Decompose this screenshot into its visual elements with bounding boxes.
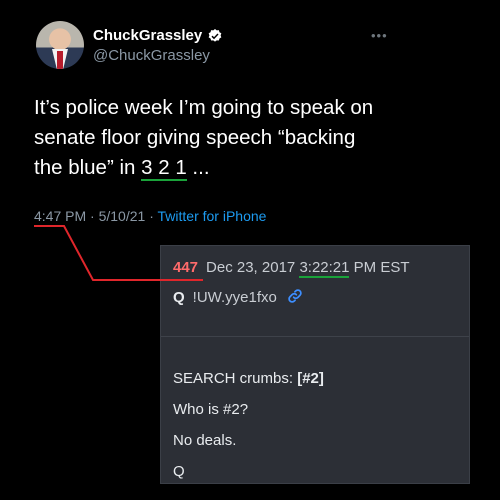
tweet-text-line: senate floor giving speech “backing xyxy=(34,126,356,149)
countdown-highlight: 3 2 1 xyxy=(141,156,187,181)
q-post-card: 447 Dec 23, 2017 3:22:21 PM EST Q !UW.yye1… xyxy=(160,245,470,484)
link-icon[interactable] xyxy=(287,288,303,304)
tweet-text-line: It’s police week I’m going to speak on xyxy=(34,96,374,119)
avatar[interactable] xyxy=(36,21,84,69)
q-post-divider xyxy=(161,336,469,337)
display-name-row[interactable]: ChuckGrassley xyxy=(93,27,223,44)
q-body-line: Q xyxy=(173,463,185,480)
meta-separator: · xyxy=(86,208,99,224)
tweet-text-line: the blue” in xyxy=(34,156,142,179)
q-body-line: SEARCH crumbs: xyxy=(173,370,298,387)
q-post-header: 447 Dec 23, 2017 3:22:21 PM EST xyxy=(173,259,410,278)
avatar-tie xyxy=(57,51,63,69)
display-name[interactable]: ChuckGrassley xyxy=(93,27,202,44)
more-options-icon[interactable]: ••• xyxy=(371,28,388,43)
tweet-text-line: ... xyxy=(186,156,210,179)
tweet-meta: 4:47 PM · 5/10/21 · Twitter for iPhone xyxy=(34,208,266,224)
q-post-time: 3:22:21 xyxy=(299,259,350,278)
q-post-number[interactable]: 447 xyxy=(173,259,198,276)
q-tripcode: !UW.yye1fxo xyxy=(192,289,277,306)
tweet-date[interactable]: 5/10/21 xyxy=(99,208,146,224)
meta-separator: · xyxy=(145,208,158,224)
tweet-source-link[interactable]: Twitter for iPhone xyxy=(158,208,267,224)
q-post-author: Q !UW.yye1fxo xyxy=(173,288,303,306)
tweet-text: It’s police week I’m going to speak on s… xyxy=(34,93,434,183)
q-post-date: Dec 23, 2017 xyxy=(206,259,296,276)
q-post-body: SEARCH crumbs: [#2] Who is #2? No deals.… xyxy=(173,370,324,494)
q-author-name: Q xyxy=(173,289,185,306)
q-body-line: No deals. xyxy=(173,432,237,449)
verified-badge-icon xyxy=(208,28,222,42)
q-body-bold: [#2] xyxy=(297,370,324,387)
user-handle[interactable]: @ChuckGrassley xyxy=(93,47,210,64)
q-body-line: Who is #2? xyxy=(173,401,249,418)
q-post-timezone: PM EST xyxy=(353,259,410,276)
tweet-time[interactable]: 4:47 PM xyxy=(34,208,86,224)
